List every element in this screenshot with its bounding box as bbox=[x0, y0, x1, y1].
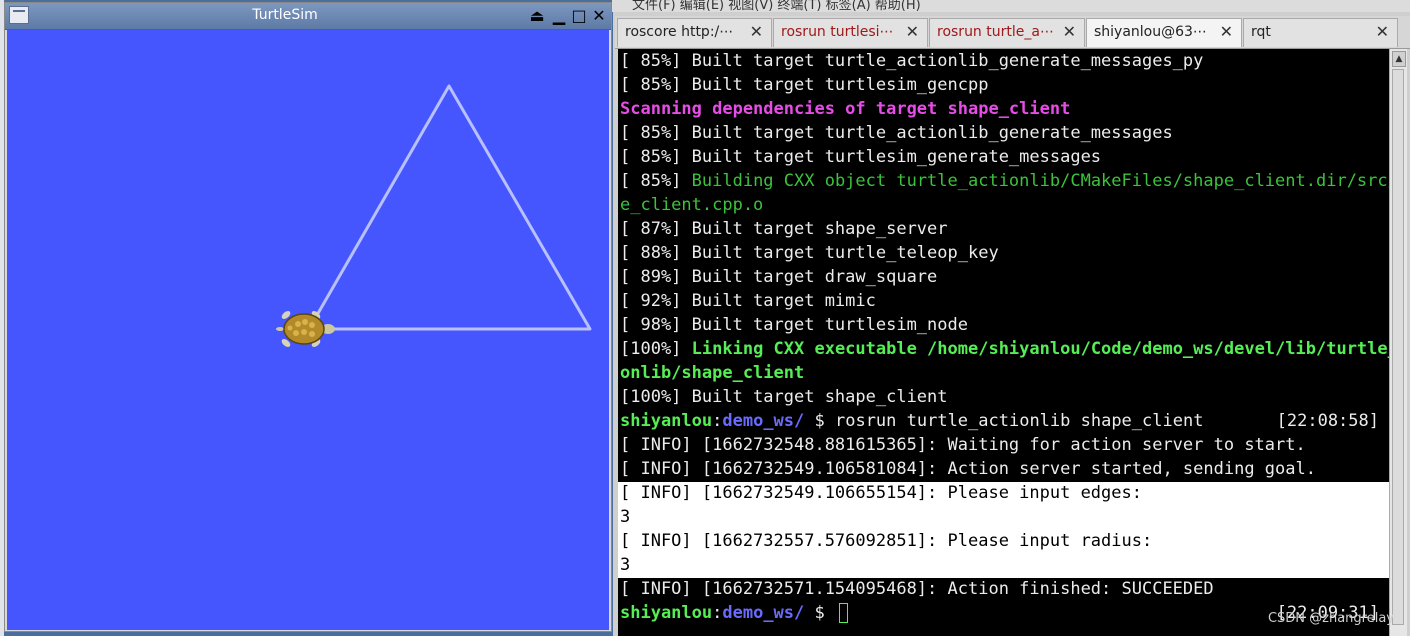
tab-label: shiyanlou@63⋯ bbox=[1094, 24, 1207, 40]
maximize-icon[interactable]: □ bbox=[569, 6, 589, 26]
prompt-colon: : bbox=[712, 411, 723, 431]
close-icon[interactable]: ✕ bbox=[589, 6, 609, 26]
terminal-window: roscore http:/⋯ ✕ rosrun turtlesi⋯ ✕ ros… bbox=[613, 12, 1410, 636]
prompt-colon: : bbox=[712, 603, 723, 623]
tab-roscore[interactable]: roscore http:/⋯ ✕ bbox=[617, 18, 772, 47]
terminal-line: [ 85%] Built target turtle_actionlib_gen… bbox=[620, 123, 1173, 143]
terminal-output[interactable]: [ 85%] Built target turtle_actionlib_gen… bbox=[618, 49, 1389, 636]
terminal-line: [ 89%] Built target draw_square bbox=[620, 267, 938, 287]
terminal-line: [ INFO] [1662732571.154095468]: Action f… bbox=[620, 579, 1214, 599]
close-icon[interactable]: ✕ bbox=[1376, 22, 1389, 41]
terminal-line: 3 bbox=[620, 555, 631, 575]
shade-icon[interactable]: ⏏ bbox=[527, 6, 547, 26]
minimize-icon[interactable]: ▁ bbox=[549, 6, 569, 26]
terminal-line: [ INFO] [1662732549.106655154]: Please i… bbox=[620, 483, 1142, 503]
scrollbar[interactable]: ▲ bbox=[1389, 49, 1407, 636]
prompt-line: shiyanlou:demo_ws/ $ bbox=[620, 601, 848, 625]
watermark: CSDN @zhangrelay bbox=[1267, 611, 1394, 626]
terminal-line: onlib/shape_client bbox=[620, 363, 805, 383]
terminal-line: [ 88%] Built target turtle_teleop_key bbox=[620, 243, 999, 263]
build-message: Building CXX object turtle_actionlib/CMa… bbox=[691, 171, 1389, 191]
terminal-line: [ 92%] Built target mimic bbox=[620, 291, 876, 311]
terminal-line: e_client.cpp.o bbox=[620, 195, 764, 215]
terminal-line: [ INFO] [1662732548.881615365]: Waiting … bbox=[620, 435, 1306, 455]
progress-prefix: [ 85%] bbox=[620, 171, 692, 191]
prompt-dir: demo_ws/ bbox=[722, 603, 805, 623]
prompt-line: shiyanlou:demo_ws/ $ rosrun turtle_actio… bbox=[620, 409, 1203, 433]
terminal-line: [ 87%] Built target shape_server bbox=[620, 219, 948, 239]
tab-bar: roscore http:/⋯ ✕ rosrun turtlesi⋯ ✕ ros… bbox=[615, 16, 1410, 49]
progress-prefix: [100%] bbox=[620, 339, 692, 359]
prompt-dir: demo_ws/ bbox=[722, 411, 805, 431]
terminal-line: [ 85%] Building CXX object turtle_action… bbox=[620, 169, 1389, 193]
turtlesim-titlebar[interactable]: TurtleSim ⏏ ▁ □ ✕ bbox=[5, 3, 611, 30]
prompt-symbol: $ bbox=[804, 603, 835, 623]
turtle-icon bbox=[276, 311, 335, 347]
close-icon[interactable]: ✕ bbox=[906, 22, 919, 41]
command: rosrun turtle_actionlib shape_client bbox=[834, 411, 1204, 431]
timestamp: [22:08:58] bbox=[1276, 411, 1379, 431]
tab-label: rosrun turtlesi⋯ bbox=[781, 24, 894, 40]
close-icon[interactable]: ✕ bbox=[1220, 22, 1233, 41]
tab-shiyanlou[interactable]: shiyanlou@63⋯ ✕ bbox=[1086, 18, 1242, 47]
terminal-line: [ INFO] [1662732549.106581084]: Action s… bbox=[620, 459, 1316, 479]
menubar-text: 文件(F) 编辑(E) 视图(V) 终端(T) 标签(A) 帮助(H) bbox=[632, 0, 921, 12]
turtle-drawing bbox=[276, 84, 592, 347]
terminal-menubar-partial: 文件(F) 编辑(E) 视图(V) 终端(T) 标签(A) 帮助(H) bbox=[612, 0, 1410, 12]
tab-rqt[interactable]: rqt ✕ bbox=[1243, 18, 1398, 47]
terminal-line: [ 98%] Built target turtlesim_node bbox=[620, 315, 968, 335]
prompt-user: shiyanlou bbox=[620, 603, 713, 623]
turtlesim-window: TurtleSim ⏏ ▁ □ ✕ bbox=[4, 2, 612, 632]
close-icon[interactable]: ✕ bbox=[1063, 22, 1076, 41]
terminal-line: [ INFO] [1662732557.576092851]: Please i… bbox=[620, 531, 1153, 551]
prompt-user: shiyanlou bbox=[620, 411, 713, 431]
triangle-path bbox=[307, 84, 592, 331]
close-icon[interactable]: ✕ bbox=[750, 22, 763, 41]
prompt-symbol: $ bbox=[804, 411, 835, 431]
tab-rosrun-turtlesim[interactable]: rosrun turtlesi⋯ ✕ bbox=[773, 18, 928, 47]
tab-label: roscore http:/⋯ bbox=[625, 24, 734, 40]
link-message: Linking CXX executable /home/shiyanlou/C… bbox=[691, 339, 1389, 359]
terminal-line: 3 bbox=[620, 507, 631, 527]
scrollbar-thumb[interactable] bbox=[1392, 69, 1404, 625]
tab-label: rosrun turtle_a⋯ bbox=[937, 24, 1054, 40]
cursor[interactable] bbox=[838, 603, 848, 623]
tab-rosrun-turtle-actionlib[interactable]: rosrun turtle_a⋯ ✕ bbox=[929, 18, 1085, 47]
terminal-line: Scanning dependencies of target shape_cl… bbox=[620, 99, 1071, 119]
terminal-line: [ 85%] Built target turtlesim_gencpp bbox=[620, 75, 989, 95]
terminal-line: [100%] Built target shape_client bbox=[620, 387, 948, 407]
scroll-up-icon[interactable]: ▲ bbox=[1392, 51, 1406, 67]
window-title: TurtleSim bbox=[252, 7, 318, 23]
terminal-line: [ 85%] Built target turtlesim_generate_m… bbox=[620, 147, 1102, 167]
terminal-line: [ 85%] Built target turtle_actionlib_gen… bbox=[620, 51, 1204, 71]
terminal-line: [100%] Linking CXX executable /home/shiy… bbox=[620, 337, 1389, 361]
tab-label: rqt bbox=[1251, 24, 1271, 40]
turtlesim-canvas bbox=[7, 30, 609, 630]
